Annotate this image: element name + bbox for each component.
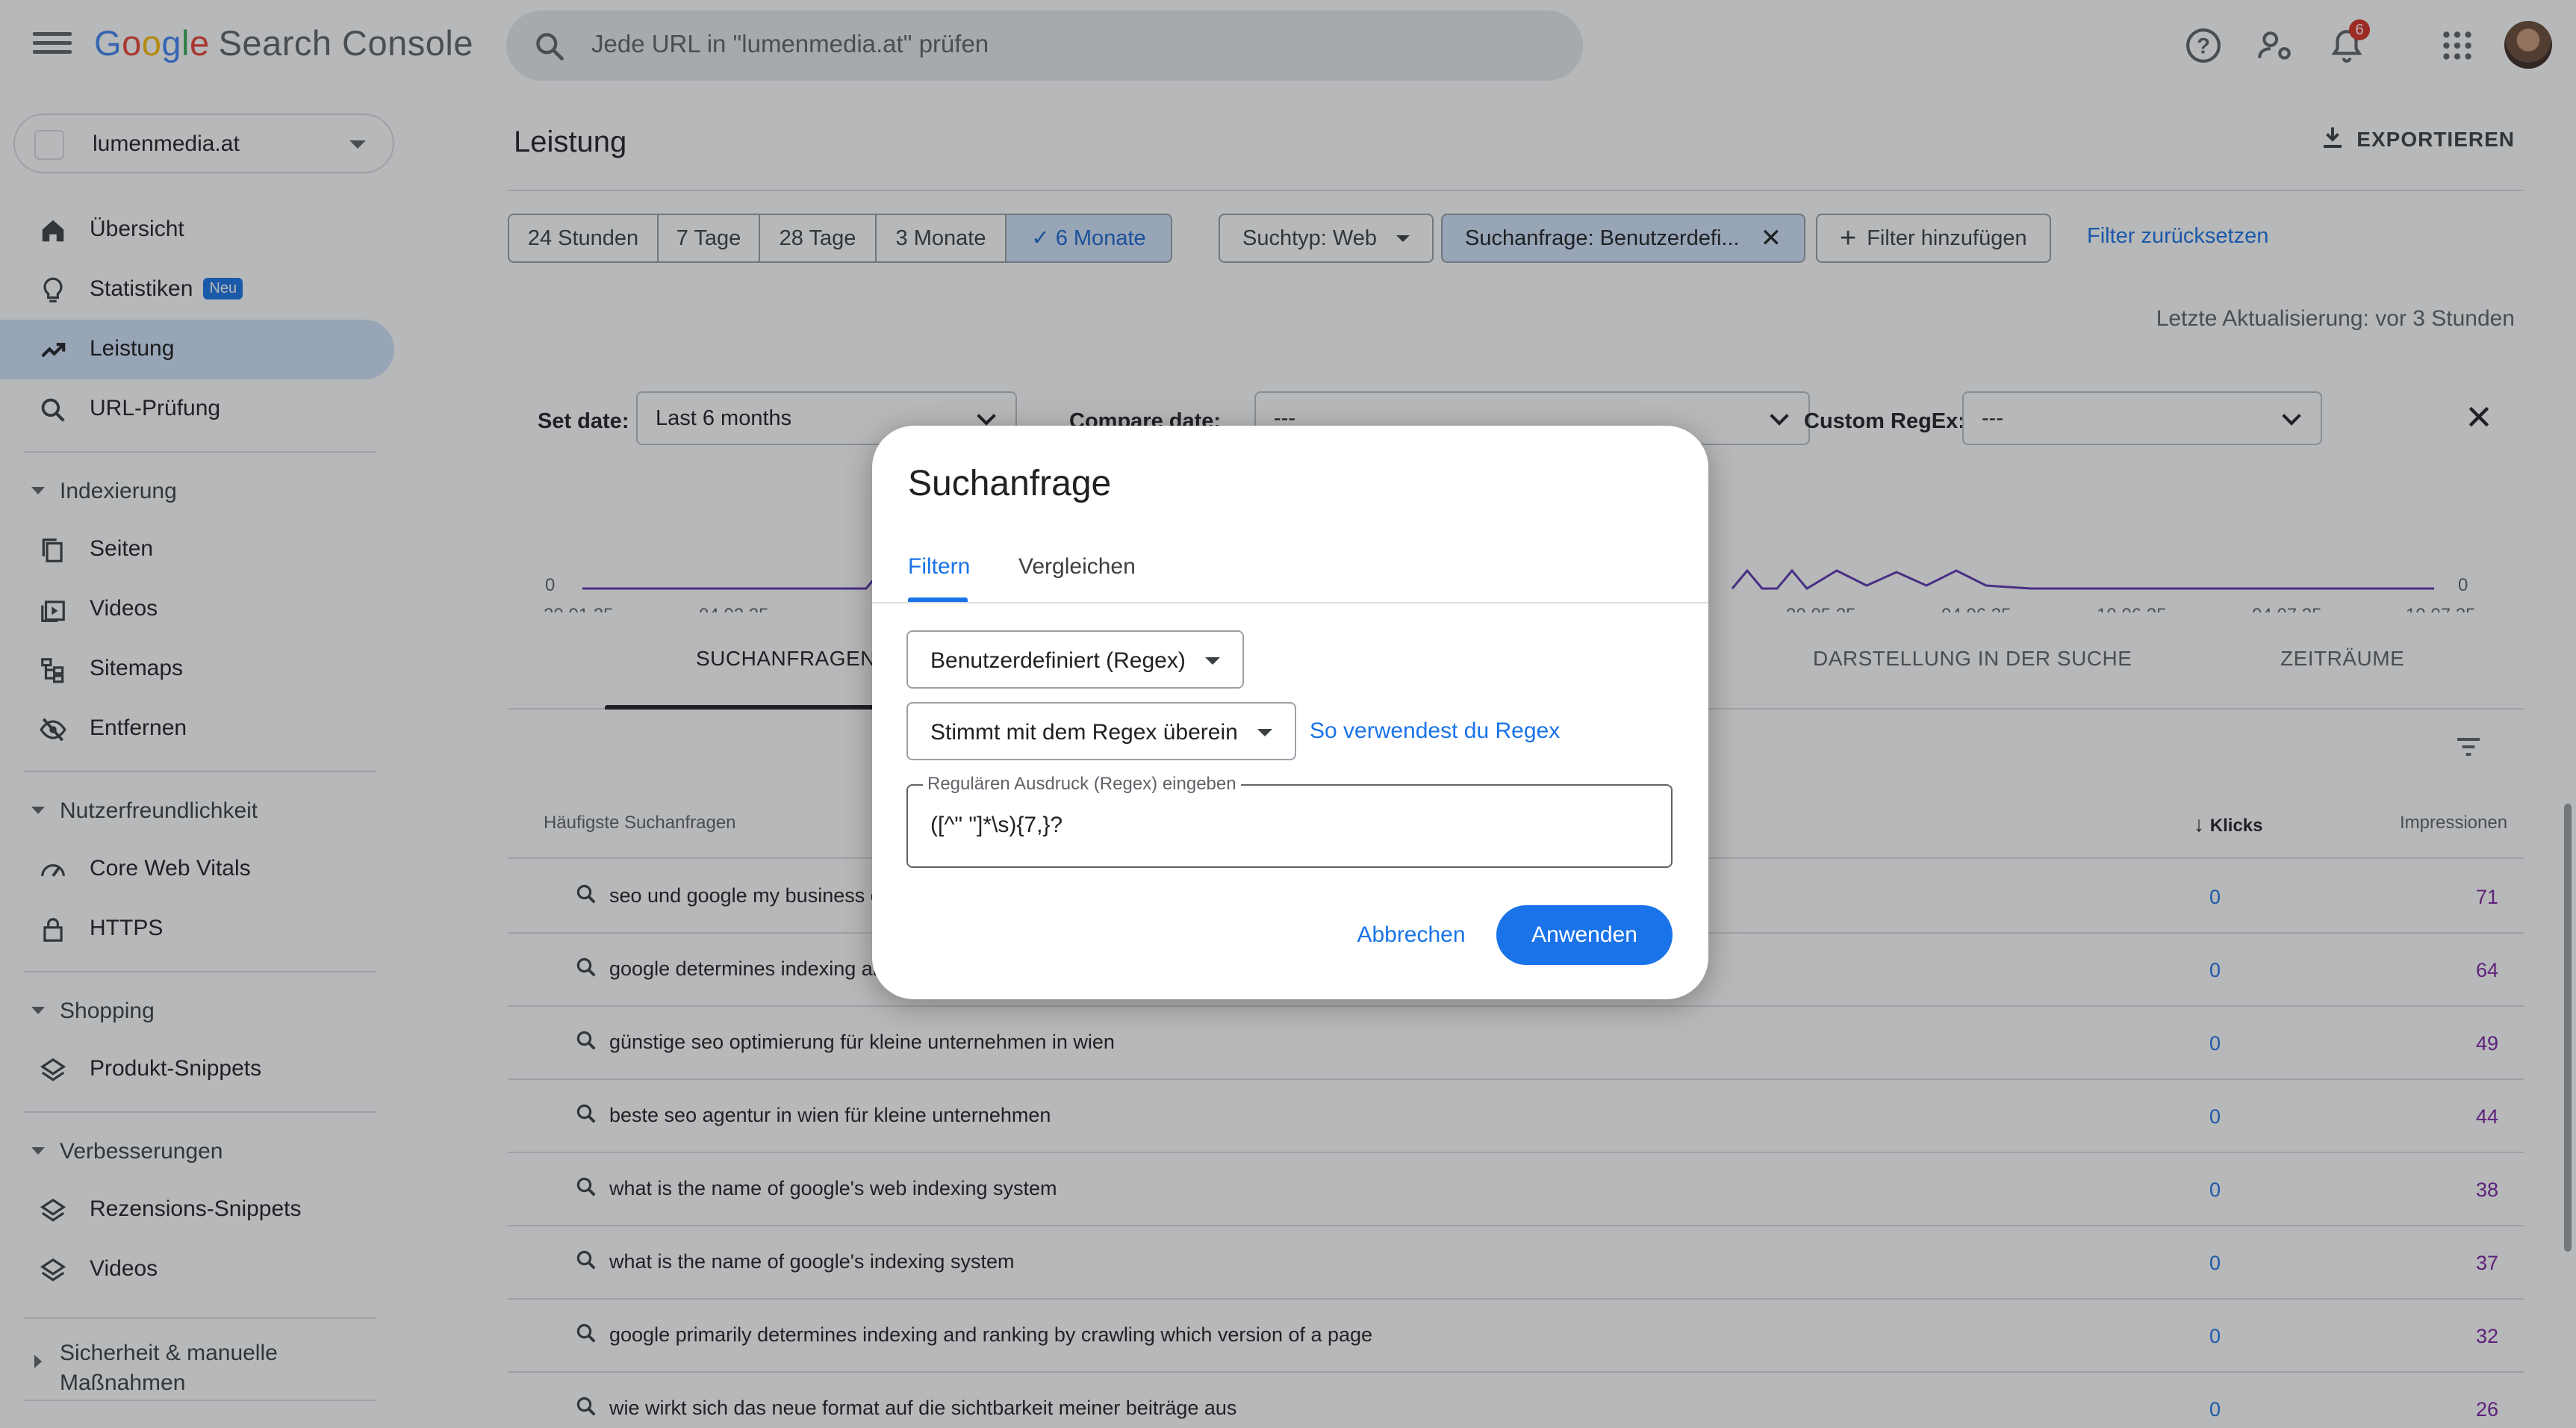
regex-help-link[interactable]: So verwendest du Regex: [1310, 718, 1560, 744]
search-console-app: Google Search Console Jede URL in "lumenm…: [0, 0, 2576, 1428]
regex-input-label: Regulären Ausdruck (Regex) eingeben: [923, 774, 1241, 795]
query-filter-dialog: Suchanfrage Filtern Vergleichen Benutzer…: [872, 426, 1708, 999]
regex-input-value[interactable]: ([^" "]*\s){7,}?: [930, 813, 1063, 838]
tab-compare[interactable]: Vergleichen: [1018, 554, 1136, 580]
dialog-title: Suchanfrage: [908, 464, 1112, 503]
caret-down-icon: [1205, 657, 1220, 665]
caret-down-icon: [1257, 729, 1272, 736]
dialog-divider: [872, 602, 1708, 603]
apply-button[interactable]: Anwenden: [1496, 905, 1673, 965]
match-type-select[interactable]: Stimmt mit dem Regex überein: [906, 702, 1296, 760]
cancel-button[interactable]: Abbrechen: [1320, 905, 1502, 965]
regex-input[interactable]: Regulären Ausdruck (Regex) eingeben ([^"…: [906, 774, 1673, 868]
filter-mode-select[interactable]: Benutzerdefiniert (Regex): [906, 630, 1244, 689]
tab-filter[interactable]: Filtern: [908, 554, 970, 580]
